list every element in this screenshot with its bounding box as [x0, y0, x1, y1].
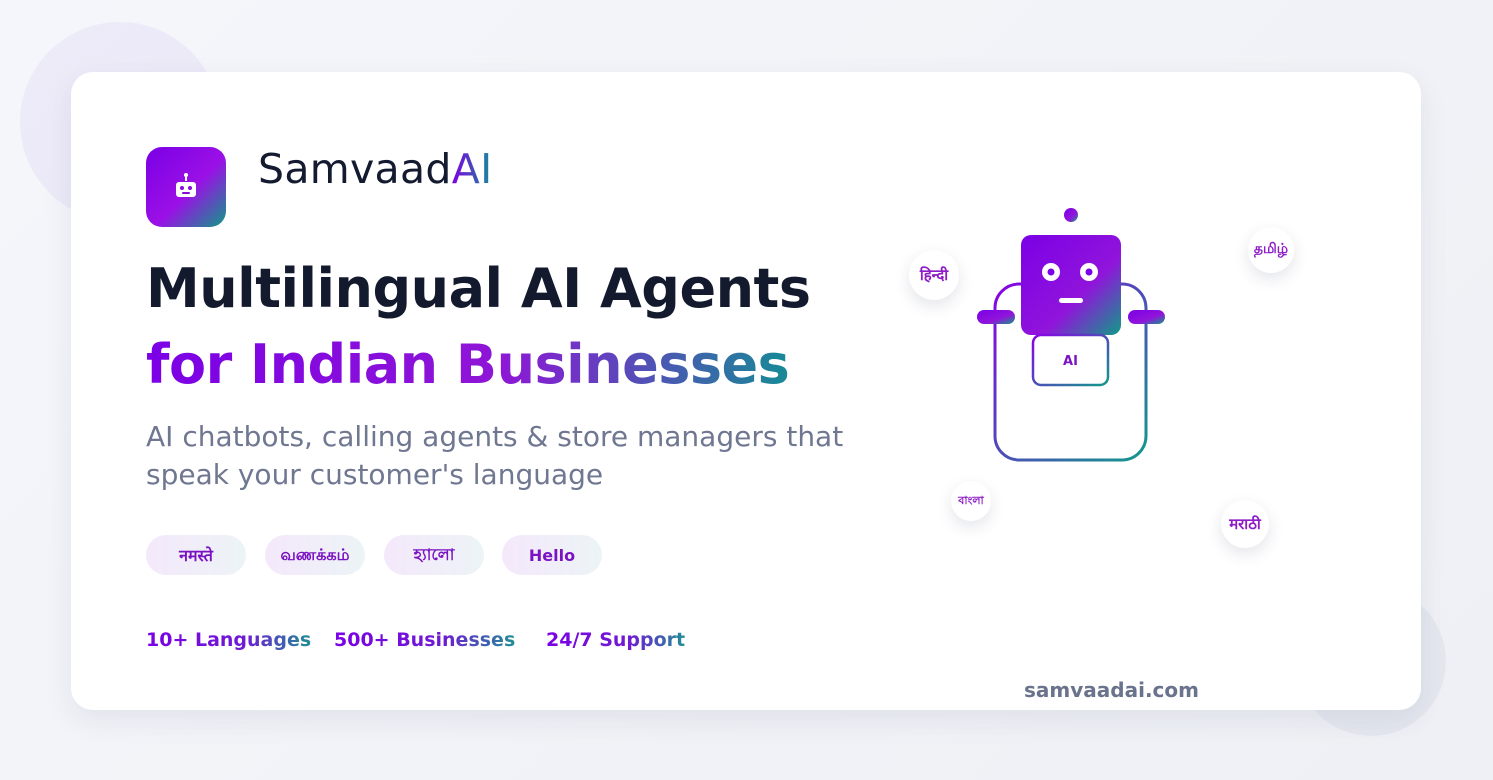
headline-primary: Multilingual AI Agents [146, 257, 811, 320]
stat-languages: 10+ Languages [146, 629, 312, 651]
language-bubble-bengali: বাংলা [951, 481, 991, 521]
robot-illustration: AI [977, 208, 1165, 462]
robot-icon [176, 173, 196, 197]
stat-businesses: 500+ Businesses [334, 629, 516, 651]
language-bubble-tamil: தமிழ் [1248, 227, 1294, 273]
subheadline: AI chatbots, calling agents & store mana… [146, 420, 844, 491]
robot-head [1021, 235, 1121, 335]
website-url[interactable]: samvaadai.com [1024, 678, 1199, 702]
language-bubble-marathi: मराठी [1221, 500, 1269, 548]
robot-antenna [1064, 208, 1078, 236]
brand-logo [146, 147, 226, 227]
brand-name-main: Samvaad [258, 145, 452, 193]
robot-chest-label: AI [1063, 354, 1078, 369]
greeting-pill-bengali: হ্যালো [384, 535, 484, 575]
headline-secondary: for Indian Businesses [146, 333, 790, 396]
greeting-pill-tamil: வணக்கம் [265, 535, 365, 575]
greeting-pill-hindi: नमस्ते [146, 535, 246, 575]
language-bubble-hindi: हिन्दी [909, 250, 959, 300]
robot-chest-badge: AI [1031, 333, 1110, 387]
stat-support: 24/7 Support [546, 629, 686, 651]
greeting-pill-english: Hello [502, 535, 602, 575]
brand-name: SamvaadAI [258, 145, 492, 193]
brand-name-accent: AI [451, 145, 493, 193]
